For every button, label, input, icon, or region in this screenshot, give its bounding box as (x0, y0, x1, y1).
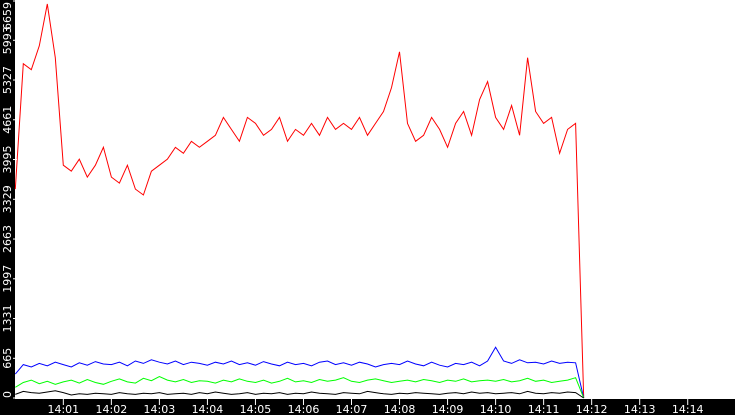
x-tick-label: 14:08 (384, 403, 416, 415)
x-tick-label: 14:11 (528, 403, 560, 415)
x-tick-label: 14:04 (192, 403, 224, 415)
x-tick-label: 14:03 (144, 403, 176, 415)
line-chart: 0665133119972663332939954661532759936659… (0, 0, 735, 415)
y-tick-label: 1997 (1, 265, 14, 293)
x-tick-label: 14:10 (480, 403, 512, 415)
x-tick-label: 14:02 (96, 403, 128, 415)
y-tick-label: 0 (1, 391, 14, 398)
x-tick-label: 14:01 (47, 403, 79, 415)
x-tick-label: 14:12 (576, 403, 608, 415)
y-tick-label: 665 (1, 348, 14, 369)
x-tick-label: 14:14 (672, 403, 704, 415)
x-tick-label: 14:09 (432, 403, 464, 415)
y-tick-label: 6659 (1, 2, 14, 30)
x-tick-label: 14:13 (624, 403, 656, 415)
x-tick-label: 14:07 (336, 403, 368, 415)
y-tick-label: 1331 (1, 305, 14, 333)
y-tick-label: 3329 (1, 185, 14, 213)
y-tick-label: 3995 (1, 146, 14, 174)
plot-background (0, 0, 735, 415)
x-tick-label: 14:05 (240, 403, 272, 415)
y-tick-label: 2663 (1, 225, 14, 253)
x-tick-label: 14:06 (288, 403, 320, 415)
y-tick-label: 4661 (1, 106, 14, 134)
y-tick-label: 5327 (1, 66, 14, 94)
